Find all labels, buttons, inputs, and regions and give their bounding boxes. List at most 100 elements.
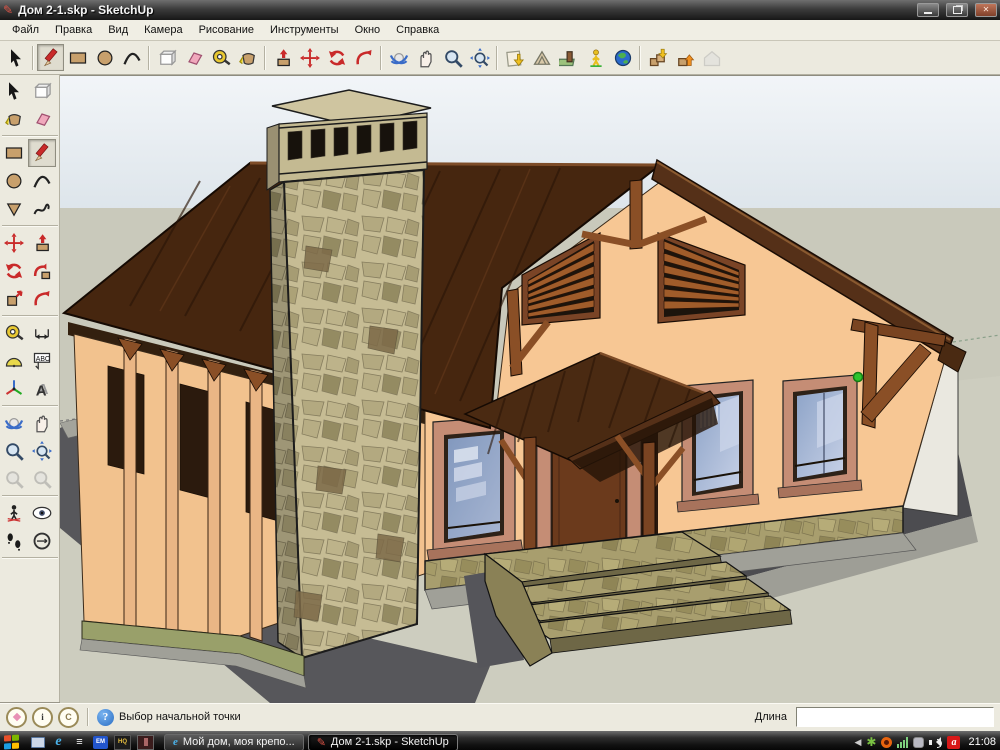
palette-tape-measure-button[interactable] [0,319,28,347]
dark-app-icon[interactable] [137,734,154,750]
menu-view[interactable]: Вид [100,22,136,38]
avira-tray-icon[interactable]: a [947,735,961,749]
toolbar-arc-button[interactable] [118,44,145,71]
palette-rectangle-button[interactable] [0,139,28,167]
toolbar-add-building-button[interactable] [582,44,609,71]
toolbar-separator [380,45,382,70]
palette-zoom-previous-button [0,465,28,493]
toolbar-separator [148,45,150,70]
author-badge-icon[interactable]: i [32,706,53,728]
palette-separator [1,495,58,497]
menu-draw[interactable]: Рисование [191,22,262,38]
minimize-button[interactable] [917,3,939,17]
palette-offset-button[interactable] [28,285,56,313]
toolbar-push-pull-button[interactable] [269,44,296,71]
toolbar-toggle-terrain-button[interactable] [528,44,555,71]
palette-follow-me-button[interactable] [28,257,56,285]
toolbar-google-earth-button[interactable] [609,44,636,71]
menu-camera[interactable]: Камера [136,22,190,38]
flag-yellow [12,742,19,749]
hq-app-icon[interactable]: HQ [114,734,131,750]
em-app-icon[interactable]: EM [93,735,108,749]
show-desktop-icon[interactable] [30,736,45,749]
palette-axes-button[interactable] [0,375,28,403]
toolbar-rectangle-button[interactable] [64,44,91,71]
toolbar-separator [264,45,266,70]
toolbar-tape-measure-button[interactable] [207,44,234,71]
palette-move-button[interactable] [0,229,28,257]
palette-orbit-button[interactable] [0,409,28,437]
toolbar-orbit-button[interactable] [385,44,412,71]
palette-polygon-button[interactable] [0,195,28,223]
toolbar-zoom-button[interactable] [439,44,466,71]
toolbar-place-model-button[interactable] [555,44,582,71]
flag-red [4,735,11,742]
close-button[interactable]: ✕ [975,3,997,17]
credit-badge-icon[interactable]: C [58,706,79,728]
statusbar-separator [87,708,89,726]
toolbar-select-button[interactable] [2,44,29,71]
messenger-tray-icon[interactable] [913,736,925,748]
menu-file[interactable]: Файл [4,22,47,38]
palette-position-camera-button[interactable] [0,499,28,527]
download-manager-tray-icon[interactable] [881,736,893,748]
viewport-3d[interactable] [60,75,1000,703]
palette-paint-bucket-button[interactable] [0,105,28,133]
palette-section-plane-button[interactable] [28,527,56,555]
palette-dimension-button[interactable] [28,319,56,347]
palette-push-pull-button[interactable] [28,229,56,257]
palette-3d-text-button[interactable] [28,375,56,403]
palette-eraser-button[interactable] [28,105,56,133]
palette-zoom-button[interactable] [0,437,28,465]
palette-arc-button[interactable] [28,167,56,195]
help-icon[interactable]: ? [97,708,114,726]
toolbar-share-model-button[interactable] [671,44,698,71]
palette-protractor-button[interactable] [0,347,28,375]
palette-scale-button[interactable] [0,285,28,313]
toolbar-circle-button[interactable] [91,44,118,71]
menu-window[interactable]: Окно [347,22,389,38]
toolbar-get-models-button[interactable] [644,44,671,71]
toolbar-pan-button[interactable] [412,44,439,71]
measurement-input[interactable] [796,707,994,727]
toolbar-eraser-button[interactable] [180,44,207,71]
toolbar-line-button[interactable] [37,44,64,71]
sketchup-pencil-icon: ✎ [316,736,326,749]
palette-look-around-button[interactable] [28,499,56,527]
palette-line-button[interactable] [28,139,56,167]
task-button-sketchup[interactable]: ✎ Дом 2-1.skp - SketchUp [307,733,458,750]
palette-freehand-button[interactable] [28,195,56,223]
palette-text-button[interactable] [28,347,56,375]
toolbar-move-button[interactable] [296,44,323,71]
menu-tools[interactable]: Инструменты [262,22,347,38]
geo-badge-icon[interactable] [6,706,27,728]
palette-make-component-button[interactable] [28,77,56,105]
toolbar-make-component-button[interactable] [153,44,180,71]
network-signal-tray-icon[interactable] [897,736,909,748]
toolbar-separator [639,45,641,70]
toolbar-rotate-button[interactable] [323,44,350,71]
quick-launch: e ≡ EM HQ [30,734,154,750]
palette-zoom-extents-button[interactable] [28,437,56,465]
app-menu-icon[interactable]: ≡ [72,736,87,749]
palette-walk-button[interactable] [0,527,28,555]
icq-tray-icon[interactable]: ✱ [866,735,876,749]
toolbar-get-current-view-button[interactable] [501,44,528,71]
palette-rotate-button[interactable] [0,257,28,285]
volume-tray-icon[interactable] [929,736,943,748]
measurement-label: Длина [754,711,787,723]
palette-select-button[interactable] [0,77,28,105]
toolbar-zoom-extents-button[interactable] [466,44,493,71]
menu-help[interactable]: Справка [388,22,447,38]
toolbar-offset-button[interactable] [350,44,377,71]
palette-pan-button[interactable] [28,409,56,437]
toolbar-paint-bucket-button[interactable] [234,44,261,71]
internet-explorer-icon[interactable]: e [51,735,66,749]
restore-button[interactable] [946,3,968,17]
tray-collapse-arrow-icon[interactable]: ◀ [854,737,861,748]
menu-edit[interactable]: Правка [47,22,100,38]
palette-circle-button[interactable] [0,167,28,195]
task-label: Дом 2-1.skp - SketchUp [330,736,449,748]
task-button-browser[interactable]: e Мой дом, моя крепо... [164,733,304,750]
start-button[interactable] [4,734,20,750]
